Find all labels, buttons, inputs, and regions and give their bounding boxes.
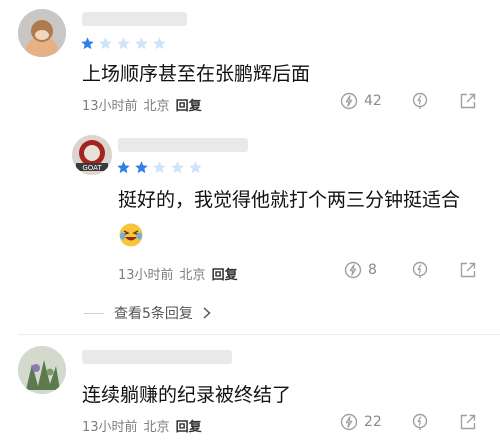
- reply-button[interactable]: 回复: [176, 99, 202, 114]
- comment-text: 上场顺序甚至在张鹏辉后面: [82, 63, 311, 85]
- dislike-icon: [412, 261, 428, 278]
- share-icon: [460, 262, 476, 278]
- share-button[interactable]: [459, 261, 477, 279]
- comment-time: 13小时前: [118, 268, 174, 283]
- share-icon: [460, 93, 476, 109]
- like-count: 42: [364, 93, 382, 109]
- dislike-icon: [412, 413, 428, 430]
- expand-line: [84, 312, 104, 314]
- avatar[interactable]: GOAT: [72, 135, 112, 175]
- username-blurred[interactable]: [118, 138, 248, 152]
- chevron-right-icon: [203, 307, 211, 319]
- dislike-icon: [412, 92, 428, 109]
- star-empty-icon: [99, 37, 112, 50]
- star-filled-icon: [81, 37, 94, 50]
- star-filled-icon: [117, 161, 130, 174]
- star-empty-icon: [117, 37, 130, 50]
- avatar[interactable]: [18, 9, 66, 57]
- avatar-image: [18, 346, 66, 394]
- comment-time: 13小时前: [82, 99, 138, 114]
- dislike-button[interactable]: [411, 92, 429, 110]
- like-button[interactable]: 8: [344, 261, 377, 279]
- comment-text: 连续躺赚的纪录被终结了: [82, 384, 292, 406]
- view-replies-label: 查看5条回复: [114, 306, 193, 322]
- lightning-like-icon: [344, 261, 362, 279]
- comment-text: 挺好的，我觉得他就打个两三分钟挺适合: [118, 189, 461, 211]
- divider: [18, 334, 500, 335]
- star-empty-icon: [189, 161, 202, 174]
- laughing-crying-emoji: [118, 222, 144, 252]
- username-blurred[interactable]: [82, 350, 232, 364]
- svg-text:GOAT: GOAT: [82, 164, 102, 172]
- comment-location: 北京: [179, 268, 206, 283]
- star-empty-icon: [135, 37, 148, 50]
- reply-button[interactable]: 回复: [212, 268, 238, 283]
- share-icon: [460, 414, 476, 430]
- comment-time: 13小时前: [82, 420, 138, 435]
- star-empty-icon: [153, 161, 166, 174]
- comment-meta: 13小时前 北京 回复: [82, 416, 202, 435]
- comment-location: 北京: [143, 99, 170, 114]
- star-empty-icon: [153, 37, 166, 50]
- star-empty-icon: [171, 161, 184, 174]
- like-button[interactable]: 22: [340, 413, 382, 431]
- avatar-image: [18, 9, 66, 57]
- avatar-image: GOAT: [72, 135, 112, 175]
- like-count: 22: [364, 414, 382, 430]
- star-rating: [80, 36, 167, 51]
- reply-button[interactable]: 回复: [176, 420, 202, 435]
- share-button[interactable]: [459, 413, 477, 431]
- star-filled-icon: [135, 161, 148, 174]
- dislike-button[interactable]: [411, 413, 429, 431]
- username-blurred[interactable]: [82, 12, 187, 26]
- avatar[interactable]: [18, 346, 66, 394]
- lightning-like-icon: [340, 92, 358, 110]
- share-button[interactable]: [459, 92, 477, 110]
- star-rating: [116, 160, 203, 175]
- comment-meta: 13小时前 北京 回复: [118, 264, 238, 283]
- comment-meta: 13小时前 北京 回复: [82, 95, 202, 114]
- comment-location: 北京: [143, 420, 170, 435]
- like-count: 8: [368, 262, 377, 278]
- lightning-like-icon: [340, 413, 358, 431]
- like-button[interactable]: 42: [340, 92, 382, 110]
- dislike-button[interactable]: [411, 261, 429, 279]
- view-replies-button[interactable]: 查看5条回复: [84, 303, 213, 323]
